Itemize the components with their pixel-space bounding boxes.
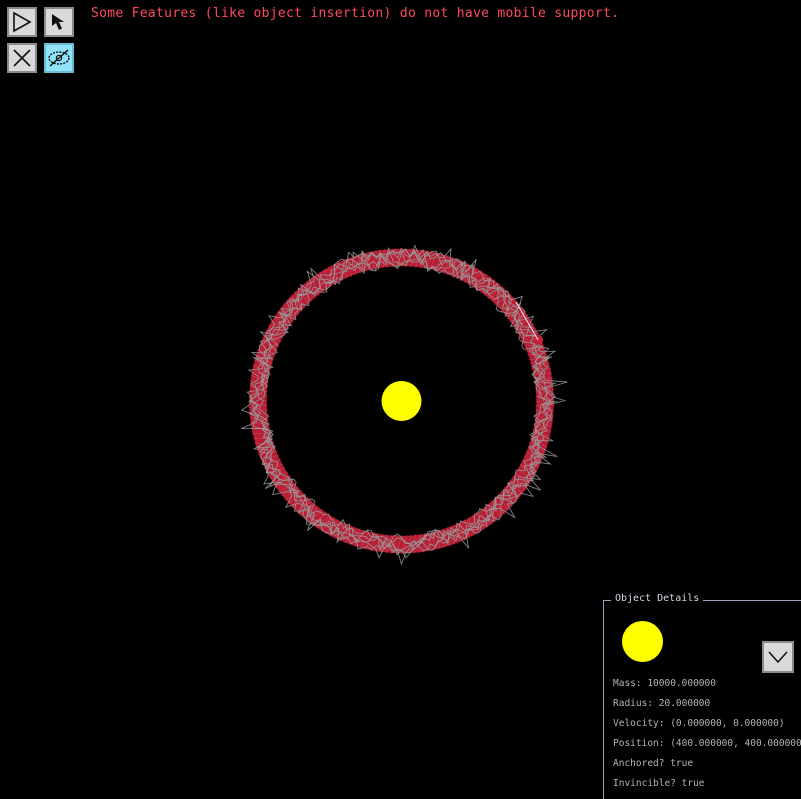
detail-mass: Mass: 10000.000000 (613, 678, 716, 689)
detail-velocity: Velocity: (0.000000, 0.000000) (613, 718, 785, 729)
mobile-support-warning: Some Features (like object insertion) do… (91, 6, 620, 21)
detail-radius: Radius: 20.000000 (613, 698, 711, 709)
object-details-title: Object Details (611, 593, 704, 604)
play-button[interactable] (7, 7, 37, 37)
toggle-trails-button[interactable] (44, 43, 74, 73)
simulation-stage[interactable]: Some Features (like object insertion) do… (0, 0, 801, 799)
detail-position: Position: (400.000000, 400.000000) (613, 738, 801, 749)
central-body[interactable] (381, 381, 422, 421)
select-tool-button[interactable] (44, 7, 74, 37)
object-preview (622, 621, 663, 662)
object-details-panel: Object Details Mass: 10000.000000 Radius… (603, 593, 801, 799)
delete-tool-button[interactable] (7, 43, 37, 73)
detail-anchored: Anchored? true (613, 758, 694, 769)
chevron-down-icon (768, 651, 788, 664)
eye-slash-icon (48, 49, 70, 67)
collapse-details-button[interactable] (762, 641, 794, 673)
x-cross-icon (13, 49, 31, 67)
detail-invincible: Invincible? true (613, 778, 705, 789)
play-icon (13, 11, 32, 33)
cursor-arrow-icon (52, 14, 64, 30)
